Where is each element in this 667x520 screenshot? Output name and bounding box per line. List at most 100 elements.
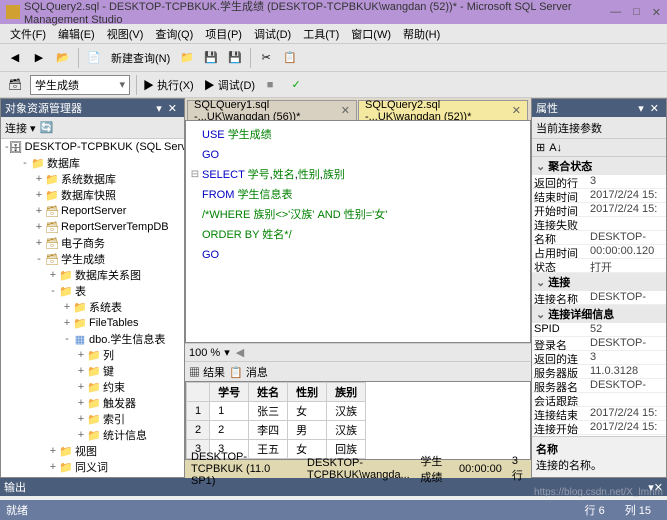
- menu-item[interactable]: 工具(T): [297, 24, 345, 44]
- property-row[interactable]: 开始时间2017/2/24 15:: [532, 203, 666, 217]
- app-icon: [6, 5, 20, 19]
- forward-icon[interactable]: ▶: [28, 47, 50, 69]
- property-row[interactable]: 服务器版本11.0.3128: [532, 365, 666, 379]
- statusbar: 就绪 行 6 列 15: [0, 500, 667, 520]
- debug-button[interactable]: ▶ 调试(D): [204, 77, 255, 93]
- editor-tab[interactable]: SQLQuery2.sql -...UK\wangdan (52))*✕: [358, 100, 528, 120]
- property-row[interactable]: 状态打开: [532, 259, 666, 273]
- back-icon[interactable]: ◀: [4, 47, 26, 69]
- property-row[interactable]: 连接失败: [532, 217, 666, 231]
- object-tree[interactable]: -🗄DESKTOP-TCPBKUK (SQL Server-📁数据库+📁系统数据…: [1, 139, 184, 477]
- results-grid[interactable]: 学号姓名性别族别11张三女汉族22李四男汉族33王五女回族: [185, 381, 531, 460]
- messages-tab[interactable]: 📋 消息: [229, 364, 268, 380]
- window-title: SQLQuery2.sql - DESKTOP-TCPBKUK.学生成绩 (DE…: [24, 0, 610, 26]
- open-file-icon[interactable]: 📁: [176, 47, 198, 69]
- copy-icon[interactable]: 📋: [279, 47, 301, 69]
- close-icon[interactable]: ✕: [341, 104, 350, 117]
- pin-icon[interactable]: ▾: [635, 102, 647, 115]
- cut-icon[interactable]: ✂: [255, 47, 277, 69]
- tree-node[interactable]: -🗃学生成绩: [1, 251, 184, 267]
- tree-node[interactable]: +📁FileTables: [1, 315, 184, 331]
- tree-node[interactable]: +📁数据库关系图: [1, 267, 184, 283]
- tree-node[interactable]: +🗃电子商务: [1, 235, 184, 251]
- menu-item[interactable]: 查询(Q): [149, 24, 199, 44]
- tree-node[interactable]: +📁视图: [1, 443, 184, 459]
- query-toolbar: 🗃 学生成绩 ▶ 执行(X) ▶ 调试(D) ■ ✓: [0, 72, 667, 98]
- menu-item[interactable]: 项目(P): [199, 24, 248, 44]
- connect-dropdown[interactable]: 连接 ▾: [5, 120, 36, 136]
- tree-node[interactable]: +📁索引: [1, 411, 184, 427]
- property-row[interactable]: 连接开始2017/2/24 15:: [532, 421, 666, 435]
- close-panel-icon[interactable]: ✕: [647, 102, 662, 115]
- categorize-icon[interactable]: ⊞: [536, 141, 545, 154]
- menu-item[interactable]: 窗口(W): [345, 24, 397, 44]
- new-query-button[interactable]: 新建查询(N): [107, 50, 174, 66]
- property-row[interactable]: 占用时间00:00:00.120: [532, 245, 666, 259]
- refresh-icon[interactable]: 🔄: [40, 121, 54, 134]
- window-buttons: — □ ✕: [610, 6, 661, 19]
- database-combo[interactable]: 学生成绩: [30, 75, 130, 95]
- close-panel-icon[interactable]: ✕: [165, 102, 180, 115]
- tree-node[interactable]: -📁数据库: [1, 155, 184, 171]
- tree-node[interactable]: +🗃ReportServerTempDB: [1, 219, 184, 235]
- property-category[interactable]: 聚合状态: [532, 157, 666, 175]
- maximize-button[interactable]: □: [633, 6, 640, 19]
- tree-node[interactable]: +📁数据库快照: [1, 187, 184, 203]
- property-row[interactable]: 连接结束2017/2/24 15:: [532, 407, 666, 421]
- execute-button[interactable]: ▶ 执行(X): [143, 77, 194, 93]
- menubar: 文件(F)编辑(E)视图(V)查询(Q)项目(P)调试(D)工具(T)窗口(W)…: [0, 24, 667, 44]
- tree-node[interactable]: -▦dbo.学生信息表: [1, 331, 184, 347]
- tree-node[interactable]: +📁可编程性: [1, 475, 184, 477]
- properties-title: 属性: [536, 100, 558, 116]
- property-row[interactable]: 连接名称DESKTOP-TCP: [532, 291, 666, 305]
- menu-item[interactable]: 帮助(H): [397, 24, 446, 44]
- save-all-icon[interactable]: 💾: [224, 47, 246, 69]
- property-row[interactable]: 会话跟踪: [532, 393, 666, 407]
- property-row[interactable]: 返回的行3: [532, 175, 666, 189]
- main-toolbar: ◀ ▶ 📂 📄 新建查询(N) 📁 💾 💾 ✂ 📋: [0, 44, 667, 72]
- new-query-icon[interactable]: 📄: [83, 47, 105, 69]
- tree-node[interactable]: +🗃ReportServer: [1, 203, 184, 219]
- tree-node[interactable]: +📁列: [1, 347, 184, 363]
- properties-panel: 属性 ▾ ✕ 当前连接参数 ⊞ A↓ 聚合状态返回的行3结束时间2017/2/2…: [531, 98, 667, 478]
- db-icon[interactable]: 🗃: [4, 74, 26, 96]
- minimize-button[interactable]: —: [610, 6, 621, 19]
- property-row[interactable]: 登录名DESKTOP-TCP: [532, 337, 666, 351]
- tree-node[interactable]: +📁约束: [1, 379, 184, 395]
- tree-node[interactable]: +📁同义词: [1, 459, 184, 475]
- tree-node[interactable]: +📁系统数据库: [1, 171, 184, 187]
- close-icon[interactable]: ✕: [512, 104, 521, 117]
- properties-list[interactable]: 聚合状态返回的行3结束时间2017/2/24 15:开始时间2017/2/24 …: [532, 157, 666, 436]
- property-row[interactable]: 服务器名称DESKTOP-TCP: [532, 379, 666, 393]
- menu-item[interactable]: 文件(F): [4, 24, 52, 44]
- menu-item[interactable]: 调试(D): [248, 24, 297, 44]
- pin-icon[interactable]: ▾: [153, 102, 165, 115]
- close-button[interactable]: ✕: [652, 6, 661, 19]
- property-row[interactable]: 返回的连3: [532, 351, 666, 365]
- property-category[interactable]: 连接详细信息: [532, 305, 666, 323]
- object-explorer: 对象资源管理器 ▾ ✕ 连接 ▾ 🔄 -🗄DESKTOP-TCPBKUK (SQ…: [0, 98, 185, 478]
- stop-icon[interactable]: ■: [259, 74, 281, 96]
- tree-node[interactable]: +📁键: [1, 363, 184, 379]
- tree-node[interactable]: +📁统计信息: [1, 427, 184, 443]
- tree-node[interactable]: -🗄DESKTOP-TCPBKUK (SQL Server: [1, 139, 184, 155]
- tree-node[interactable]: -📁表: [1, 283, 184, 299]
- editor-tab[interactable]: SQLQuery1.sql -...UK\wangdan (56))*✕: [187, 100, 357, 120]
- property-row[interactable]: 结束时间2017/2/24 15:: [532, 189, 666, 203]
- results-tabs: ▦ 结果 📋 消息: [185, 361, 531, 381]
- sort-icon[interactable]: A↓: [549, 142, 562, 154]
- tree-node[interactable]: +📁触发器: [1, 395, 184, 411]
- editor-area: SQLQuery1.sql -...UK\wangdan (56))*✕SQLQ…: [185, 98, 531, 478]
- property-row[interactable]: 名称DESKTOP-TCP: [532, 231, 666, 245]
- check-icon[interactable]: ✓: [285, 74, 307, 96]
- save-icon[interactable]: 💾: [200, 47, 222, 69]
- tree-node[interactable]: +📁系统表: [1, 299, 184, 315]
- sql-editor[interactable]: USE 学生成绩GO⊟SELECT 学号,姓名,性别,族别FROM 学生信息表/…: [185, 120, 531, 343]
- property-row[interactable]: SPID52: [532, 323, 666, 337]
- watermark: https://blog.csdn.net/X_lmnm: [534, 487, 663, 498]
- menu-item[interactable]: 视图(V): [101, 24, 150, 44]
- property-category[interactable]: 连接: [532, 273, 666, 291]
- open-icon[interactable]: 📂: [52, 47, 74, 69]
- results-tab[interactable]: ▦ 结果: [189, 364, 225, 380]
- menu-item[interactable]: 编辑(E): [52, 24, 101, 44]
